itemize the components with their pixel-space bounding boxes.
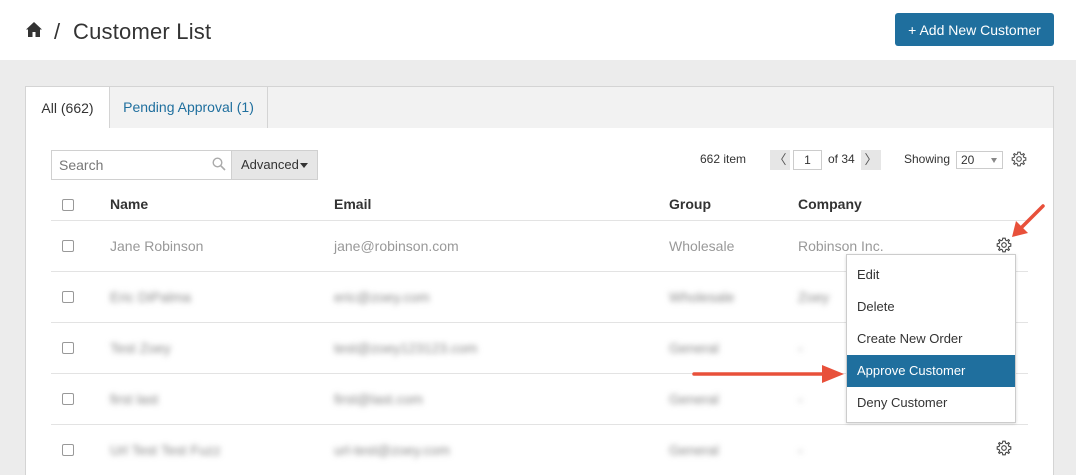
top-bar: / Customer List + Add New Customer — [0, 0, 1076, 60]
page-size-select[interactable]: 20 — [956, 151, 1003, 169]
row-actions-menu: Edit Delete Create New Order Approve Cus… — [846, 254, 1016, 423]
gear-icon[interactable] — [996, 440, 1012, 456]
menu-item-deny-customer[interactable]: Deny Customer — [847, 387, 1015, 419]
cell-company: - — [798, 340, 803, 356]
page-number-input[interactable] — [793, 150, 822, 170]
search-icon — [212, 157, 226, 171]
cell-email: eric@zoey.com — [334, 289, 430, 305]
advanced-label: Advanced — [241, 157, 299, 172]
cell-company: - — [798, 391, 803, 407]
menu-item-edit[interactable]: Edit — [847, 259, 1015, 291]
cell-company: Zoey — [798, 289, 830, 305]
cell-company: - — [798, 442, 803, 458]
cell-group: Wholesale — [669, 289, 735, 305]
chevron-down-icon — [300, 163, 308, 168]
cell-name: Url Test Test Fuzz — [110, 442, 221, 458]
row-checkbox[interactable] — [62, 444, 74, 456]
previous-page-button[interactable]: 〈 — [770, 150, 790, 170]
page-total: of 34 — [828, 152, 855, 166]
search-input[interactable] — [52, 151, 231, 179]
cell-name: Eric DiPalma — [110, 289, 191, 305]
page-size-value: 20 — [961, 153, 975, 167]
cell-email: url-test@zoey.com — [334, 442, 450, 458]
showing-label: Showing — [904, 152, 951, 166]
advanced-search-dropdown[interactable]: Advanced — [231, 150, 318, 180]
cell-group: General — [669, 340, 719, 356]
row-checkbox[interactable] — [62, 342, 74, 354]
menu-item-approve-customer[interactable]: Approve Customer — [847, 355, 1015, 387]
select-all-checkbox[interactable] — [62, 199, 74, 211]
cell-email: first@last.com — [334, 391, 423, 407]
cell-name: Jane Robinson — [110, 238, 204, 254]
page-title: Customer List — [73, 19, 212, 44]
tab-strip: All (662) Pending Approval (1) — [25, 86, 1054, 130]
gear-icon[interactable] — [1011, 151, 1027, 167]
column-header-name[interactable]: Name — [110, 196, 148, 212]
add-new-customer-button[interactable]: + Add New Customer — [895, 13, 1054, 46]
row-checkbox[interactable] — [62, 240, 74, 252]
tab-all[interactable]: All (662) — [25, 86, 110, 130]
divider — [51, 424, 1028, 425]
cell-group: General — [669, 442, 719, 458]
row-checkbox[interactable] — [62, 291, 74, 303]
divider — [51, 220, 1028, 221]
cell-email: jane@robinson.com — [334, 238, 459, 254]
tab-pending-approval[interactable]: Pending Approval (1) — [110, 86, 268, 130]
column-header-company[interactable]: Company — [798, 196, 862, 212]
column-header-group[interactable]: Group — [669, 196, 711, 212]
cell-company: Robinson Inc. — [798, 238, 884, 254]
breadcrumb-separator: / — [54, 19, 61, 44]
cell-name: first last — [110, 391, 159, 407]
search-box — [51, 150, 231, 180]
arrow-annotation — [692, 365, 844, 383]
row-checkbox[interactable] — [62, 393, 74, 405]
home-icon[interactable] — [25, 21, 43, 39]
cell-name: Test Zoey — [110, 340, 171, 356]
menu-item-create-new-order[interactable]: Create New Order — [847, 323, 1015, 355]
menu-item-delete[interactable]: Delete — [847, 291, 1015, 323]
item-count: 662 item — [700, 152, 747, 166]
chevron-down-icon — [991, 158, 997, 163]
column-header-email[interactable]: Email — [334, 196, 371, 212]
cell-group: Wholesale — [669, 238, 735, 254]
cell-email: test@zoey123123.com — [334, 340, 478, 356]
next-page-button[interactable]: 〉 — [861, 150, 881, 170]
cell-group: General — [669, 391, 719, 407]
arrow-annotation — [1012, 204, 1045, 237]
